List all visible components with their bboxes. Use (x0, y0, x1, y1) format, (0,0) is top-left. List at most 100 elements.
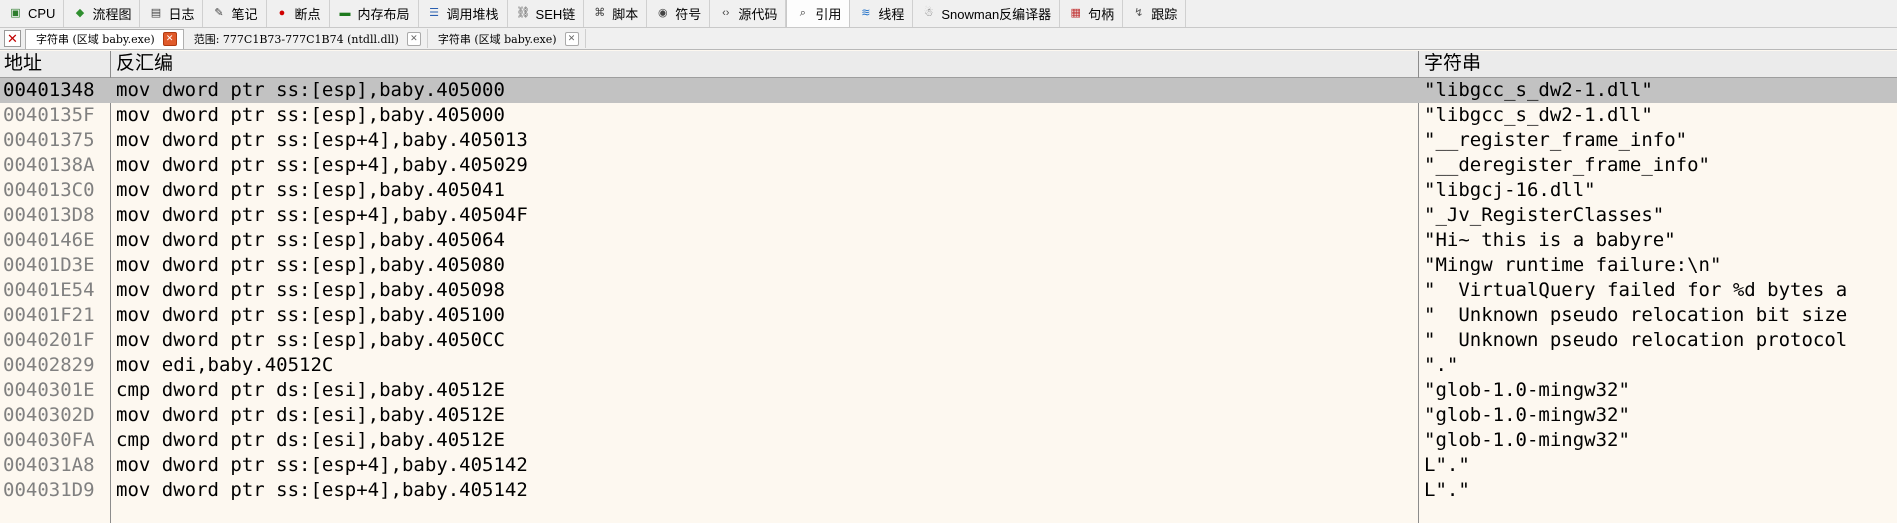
seh-chain-icon: ⛓ (516, 7, 531, 19)
threads-icon: ≋ (861, 7, 871, 19)
disassembly-cell: mov dword ptr ss:[esp+4],baby.405142 (116, 479, 528, 501)
close-tab-icon[interactable]: ✕ (162, 32, 177, 46)
table-row[interactable]: 00401F21 mov dword ptr ss:[esp],baby.4051… (0, 303, 1897, 328)
column-header-string[interactable]: 字符串 (1420, 52, 1481, 76)
string-cell: "_Jv_RegisterClasses" (1424, 204, 1665, 226)
disassembly-cell: mov dword ptr ds:[esi],baby.40512E (116, 404, 505, 426)
disassembly-cell: mov dword ptr ss:[esp],baby.405000 (116, 104, 505, 126)
sub-tab-1[interactable]: 范围: 777C1B73-777C1B74 (ntdll.dll) ✕ (184, 29, 428, 48)
address-cell: 004031A8 (3, 454, 95, 476)
snowman-icon: ☃ (923, 7, 934, 19)
tab-source[interactable]: ‹› 源代码 (710, 0, 787, 27)
disassembly-cell: mov dword ptr ss:[esp+4],baby.405029 (116, 154, 528, 176)
string-cell: "glob-1.0-mingw32" (1424, 429, 1630, 451)
column-header-disassembly[interactable]: 反汇编 (112, 52, 173, 76)
close-tab-icon[interactable]: ✕ (564, 31, 579, 46)
disassembly-cell: mov dword ptr ss:[esp+4],baby.405013 (116, 129, 528, 151)
string-cell: "libgcc_s_dw2-1.dll" (1424, 79, 1653, 101)
table-row[interactable]: 00401348 mov dword ptr ss:[esp],baby.4050… (0, 78, 1897, 103)
tab-flowchart[interactable]: ◆ 流程图 (64, 0, 141, 27)
string-cell: L"." (1424, 479, 1470, 501)
references-table: 00401348 mov dword ptr ss:[esp],baby.4050… (0, 78, 1897, 503)
disassembly-cell: mov dword ptr ss:[esp],baby.405064 (116, 229, 505, 251)
tab-notes[interactable]: ✎ 笔记 (203, 0, 267, 27)
close-tab-icon[interactable]: ✕ (406, 31, 421, 46)
string-cell: "libgcc_s_dw2-1.dll" (1424, 104, 1653, 126)
tab-references[interactable]: ⌕ 引用 (786, 0, 851, 27)
address-cell: 00401375 (3, 129, 95, 151)
table-row[interactable]: 004013D8 mov dword ptr ss:[esp+4],baby.40… (0, 203, 1897, 228)
table-row[interactable]: 004013C0 mov dword ptr ss:[esp],baby.4050… (0, 178, 1897, 203)
references-sub-tab-bar: ✕ 字符串 (区域 baby.exe) ✕ 范围: 777C1B73-777C1B7… (0, 28, 1897, 50)
string-cell: L"." (1424, 454, 1470, 476)
tab-label: 断点 (294, 7, 321, 22)
references-icon: ⌕ (799, 7, 806, 19)
disassembly-cell: mov dword ptr ss:[esp+4],baby.405142 (116, 454, 528, 476)
table-row[interactable]: 00401D3E mov dword ptr ss:[esp],baby.4050… (0, 253, 1897, 278)
address-cell: 0040201F (3, 329, 95, 351)
tab-label: 脚本 (612, 7, 639, 22)
sub-tab-0[interactable]: 字符串 (区域 baby.exe) ✕ (25, 28, 184, 49)
table-row[interactable]: 0040302D mov dword ptr ds:[esi],baby.4051… (0, 403, 1897, 428)
table-row[interactable]: 0040301E cmp dword ptr ds:[esi],baby.4051… (0, 378, 1897, 403)
address-cell: 0040301E (3, 379, 95, 401)
tab-memory-map[interactable]: ▬ 内存布局 (330, 0, 419, 27)
tab-seh-chain[interactable]: ⛓ SEH链 (508, 0, 585, 27)
table-row[interactable]: 0040146E mov dword ptr ss:[esp],baby.4050… (0, 228, 1897, 253)
string-cell: "libgcj-16.dll" (1424, 179, 1596, 201)
string-cell: "Mingw runtime failure:\n" (1424, 254, 1722, 276)
string-cell: "glob-1.0-mingw32" (1424, 379, 1630, 401)
string-cell: "__register_frame_info" (1424, 129, 1688, 151)
string-cell: " Unknown pseudo relocation protocol (1424, 329, 1848, 351)
table-row[interactable]: 0040135F mov dword ptr ss:[esp],baby.4050… (0, 103, 1897, 128)
address-cell: 0040146E (3, 229, 95, 251)
sub-tab-2[interactable]: 字符串 (区域 baby.exe) ✕ (428, 29, 586, 48)
table-row[interactable]: 00401E54 mov dword ptr ss:[esp],baby.4050… (0, 278, 1897, 303)
call-stack-icon: ☰ (429, 7, 439, 19)
close-all-tabs-icon[interactable]: ✕ (4, 30, 21, 47)
tab-threads[interactable]: ≋ 线程 (850, 0, 914, 27)
address-cell: 0040138A (3, 154, 95, 176)
trace-icon: ↯ (1134, 7, 1144, 19)
table-row[interactable]: 0040201F mov dword ptr ss:[esp],baby.4050… (0, 328, 1897, 353)
tab-call-stack[interactable]: ☰ 调用堆栈 (419, 0, 508, 27)
string-cell: " Unknown pseudo relocation bit size (1424, 304, 1848, 326)
table-row[interactable]: 004031D9 mov dword ptr ss:[esp+4],baby.40… (0, 478, 1897, 503)
disassembly-cell: mov dword ptr ss:[esp],baby.405041 (116, 179, 505, 201)
tab-label: 内存布局 (357, 7, 410, 22)
main-tab-bar: ▣ CPU ◆ 流程图 ▤ 日志 ✎ 笔记 ● 断点 ▬ 内存布局 ☰ 调用堆栈 ⛓ SEH链 ⌘ 脚本 ◉ 符号 ‹›… (0, 0, 1897, 28)
handles-icon: ▦ (1070, 7, 1081, 19)
disassembly-cell: mov dword ptr ss:[esp],baby.405080 (116, 254, 505, 276)
cpu-icon: ▣ (10, 7, 21, 19)
tab-breakpoint[interactable]: ● 断点 (267, 0, 330, 27)
string-cell: "__deregister_frame_info" (1424, 154, 1710, 176)
disassembly-cell: cmp dword ptr ds:[esi],baby.40512E (116, 379, 505, 401)
tab-log[interactable]: ▤ 日志 (140, 0, 204, 27)
address-cell: 00401348 (3, 79, 95, 101)
tab-cpu[interactable]: ▣ CPU (0, 0, 65, 27)
sub-tab-label: 字符串 (区域 baby.exe) (437, 32, 557, 46)
table-row[interactable]: 004031A8 mov dword ptr ss:[esp+4],baby.40… (0, 453, 1897, 478)
table-row[interactable]: 0040138A mov dword ptr ss:[esp+4],baby.40… (0, 153, 1897, 178)
address-cell: 00401D3E (3, 254, 95, 276)
table-row[interactable]: 00401375 mov dword ptr ss:[esp+4],baby.40… (0, 128, 1897, 153)
disassembly-cell: mov dword ptr ss:[esp],baby.405000 (116, 79, 505, 101)
table-row[interactable]: 004030FA cmp dword ptr ds:[esi],baby.4051… (0, 428, 1897, 453)
flowchart-icon: ◆ (75, 7, 85, 19)
string-cell: "glob-1.0-mingw32" (1424, 404, 1630, 426)
string-cell: " VirtualQuery failed for %d bytes a (1424, 279, 1848, 301)
column-header-address[interactable]: 地址 (0, 52, 42, 76)
tab-label: 线程 (878, 7, 905, 22)
tab-label: 调用堆栈 (446, 7, 499, 22)
tab-label: 流程图 (92, 7, 132, 22)
symbols-icon: ◉ (657, 7, 668, 19)
address-cell: 0040135F (3, 104, 95, 126)
tab-trace[interactable]: ↯ 跟踪 (1123, 0, 1187, 27)
tab-handles[interactable]: ▦ 句柄 (1060, 0, 1124, 27)
tab-snowman[interactable]: ☃ Snowman反编译器 (913, 0, 1061, 27)
tab-label: Snowman反编译器 (941, 7, 1052, 22)
tab-script[interactable]: ⌘ 脚本 (584, 0, 648, 27)
address-cell: 004013C0 (3, 179, 95, 201)
tab-symbols[interactable]: ◉ 符号 (647, 0, 711, 27)
table-row[interactable]: 00402829 mov edi,baby.40512C "." (0, 353, 1897, 378)
